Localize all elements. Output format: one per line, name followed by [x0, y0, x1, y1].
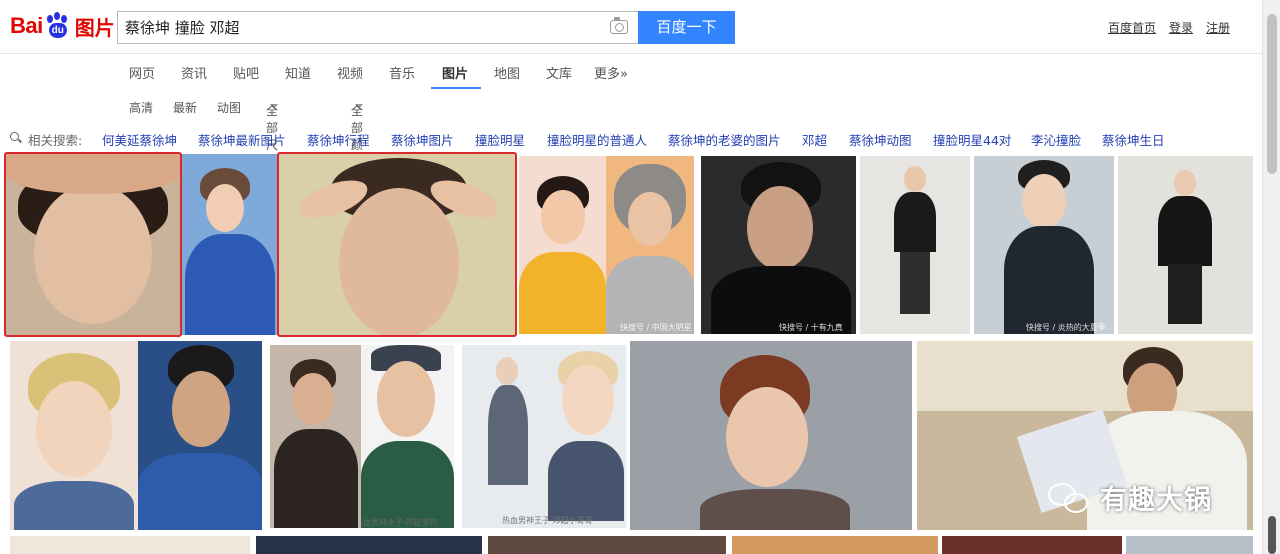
image-result[interactable]	[942, 536, 1122, 554]
image-result[interactable]	[519, 156, 606, 334]
tab-news[interactable]: 资讯	[181, 63, 207, 82]
image-result[interactable]	[732, 536, 938, 554]
related-link[interactable]: 邓超	[802, 130, 827, 149]
scrollbar-handle[interactable]	[1268, 516, 1276, 554]
active-tab-indicator	[431, 87, 481, 89]
tab-web[interactable]: 网页	[129, 63, 155, 82]
related-link[interactable]: 李沁撞脸	[1031, 130, 1081, 149]
filter-color[interactable]: 全部颜色	[351, 99, 363, 169]
related-searches: 相关搜索: 何美延蔡徐坤 蔡徐坤最新图片 蔡徐坤行程 蔡徐坤图片 撞脸明星 撞脸…	[0, 128, 1262, 148]
baidu-image-search-page: Bai du 图片 百度一下 百度首页 登录 注册 网页 资讯 贴吧 知道 视频…	[0, 0, 1280, 554]
image-result[interactable]	[630, 341, 912, 530]
related-link[interactable]: 撞脸明星44对	[933, 130, 1011, 149]
logo-product: 图片	[74, 15, 115, 40]
image-result[interactable]	[488, 536, 726, 554]
header: Bai du 图片 百度一下 百度首页 登录 注册	[0, 0, 1262, 54]
image-result[interactable]	[1118, 156, 1253, 334]
nav-tabs: 网页 资讯 贴吧 知道 视频 音乐 图片 地图 文库 更多»	[0, 55, 1262, 91]
scrollbar[interactable]	[1262, 0, 1280, 554]
scrollbar-thumb[interactable]	[1267, 14, 1277, 174]
image-result[interactable]	[10, 341, 138, 530]
image-result[interactable]: 快搜号 / 十有九真	[701, 156, 856, 334]
image-result[interactable]	[10, 536, 250, 554]
tab-tieba[interactable]: 贴吧	[233, 63, 259, 82]
search-box	[117, 11, 638, 44]
tab-zhidao[interactable]: 知道	[285, 63, 311, 82]
image-result[interactable]	[1126, 536, 1253, 554]
login-link[interactable]: 登录	[1169, 19, 1193, 36]
top-links: 百度首页 登录 注册	[1108, 19, 1230, 36]
related-link[interactable]: 蔡徐坤图片	[391, 130, 454, 149]
watermark-text: 有趣大锅	[1100, 485, 1212, 516]
tab-map[interactable]: 地图	[494, 63, 520, 82]
tab-video[interactable]: 视频	[337, 63, 363, 82]
baidu-logo[interactable]: Bai du 图片	[10, 10, 115, 42]
related-link[interactable]: 蔡徐坤动图	[849, 130, 912, 149]
image-result[interactable]	[860, 156, 970, 334]
filter-animated[interactable]: 动图	[217, 99, 241, 116]
home-link[interactable]: 百度首页	[1108, 19, 1156, 36]
related-label: 相关搜索:	[28, 133, 83, 148]
logo-text: Bai	[10, 13, 43, 38]
related-link[interactable]: 撞脸明星的普通人	[547, 130, 647, 149]
related-link[interactable]: 蔡徐坤行程	[307, 130, 370, 149]
related-link[interactable]: 何美延蔡徐坤	[102, 130, 177, 149]
search-icon	[10, 132, 19, 141]
image-result[interactable]: 热血男神主子·邓超变帅	[361, 345, 454, 528]
filter-hd[interactable]: 高清	[129, 99, 153, 116]
tab-more[interactable]: 更多»	[594, 63, 628, 82]
search-input[interactable]	[118, 12, 598, 43]
tab-images[interactable]: 图片	[442, 63, 468, 82]
related-link[interactable]: 蔡徐坤最新图片	[198, 130, 286, 149]
paw-icon: du	[44, 12, 72, 40]
related-link[interactable]: 蔡徐坤生日	[1102, 130, 1165, 149]
highlight-frame	[4, 152, 182, 337]
image-result[interactable]	[256, 536, 482, 554]
related-link[interactable]: 蔡徐坤的老婆的图片	[668, 130, 781, 149]
watermark: 有趣大锅	[1048, 478, 1212, 517]
image-result[interactable]	[180, 154, 277, 335]
register-link[interactable]: 注册	[1206, 19, 1230, 36]
tab-wenku[interactable]: 文库	[546, 63, 572, 82]
camera-icon[interactable]	[610, 17, 628, 34]
image-result[interactable]: 快搜号 / 炎热的大夏季	[974, 156, 1114, 334]
image-result[interactable]	[138, 341, 262, 530]
image-result[interactable]: 热血男神王子·邓超小哥哥	[462, 345, 626, 528]
wechat-icon	[1048, 481, 1092, 515]
filter-latest[interactable]: 最新	[173, 99, 197, 116]
search-button[interactable]: 百度一下	[638, 11, 735, 44]
highlight-frame	[277, 152, 517, 337]
image-result[interactable]	[270, 345, 361, 528]
related-link[interactable]: 撞脸明星	[475, 130, 525, 149]
image-result[interactable]: 快搜号 / 中国大明星	[606, 156, 694, 334]
filter-bar: 高清 最新 动图 全部尺寸 全部颜色	[0, 96, 1262, 169]
filter-size[interactable]: 全部尺寸	[266, 99, 278, 169]
tab-music[interactable]: 音乐	[389, 63, 415, 82]
